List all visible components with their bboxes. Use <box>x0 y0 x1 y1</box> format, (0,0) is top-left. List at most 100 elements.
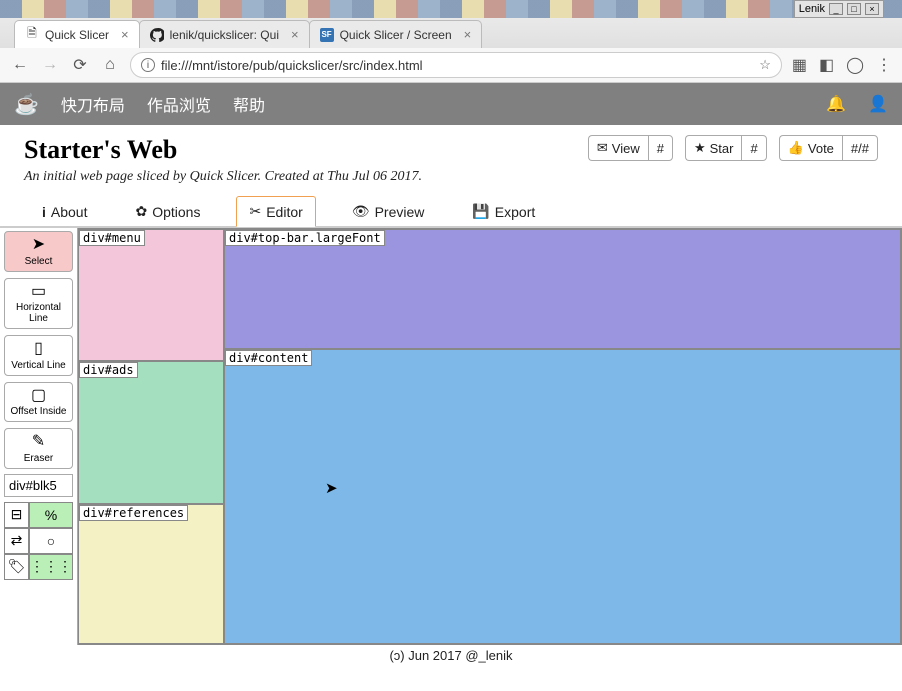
tool-eraser[interactable]: ✎ Eraser <box>4 428 73 469</box>
app-tabs: iAbout ✿ Options ✂ Editor 👁Preview 💾 Export <box>0 193 902 227</box>
qr-icon[interactable]: ▦ <box>792 55 807 75</box>
envelope-icon: ✉ <box>597 140 608 156</box>
region-references[interactable]: div#references <box>78 504 224 644</box>
star-count-badge: # <box>741 135 766 161</box>
page-title: Starter's Web <box>24 135 422 165</box>
thumbs-up-icon: 👍 <box>788 140 804 156</box>
tab-label: About <box>51 204 88 220</box>
tool-offset-inside[interactable]: ▢ Offset Inside <box>4 382 73 423</box>
back-button[interactable]: ← <box>10 56 30 74</box>
browser-tab-label: Quick Slicer / Screen <box>340 28 452 42</box>
url-text: file:///mnt/istore/pub/quickslicer/src/i… <box>161 58 753 73</box>
github-icon <box>150 28 164 42</box>
tab-about[interactable]: iAbout <box>30 198 99 226</box>
window-close-icon[interactable]: × <box>865 3 879 15</box>
pointer-icon: ➤ <box>32 236 45 254</box>
forward-button[interactable]: → <box>40 56 60 74</box>
mini-swap-button[interactable]: ⇄ <box>4 528 29 554</box>
eye-icon: 👁 <box>352 203 370 220</box>
tool-hline[interactable]: ▭ Horizontal Line <box>4 278 73 330</box>
region-label: div#references <box>79 505 188 521</box>
bell-icon[interactable]: 🔔 <box>826 94 846 114</box>
tab-preview[interactable]: 👁Preview <box>340 197 437 226</box>
nav-link-browse[interactable]: 作品浏览 <box>147 92 211 116</box>
region-label: div#top-bar.largeFont <box>225 230 385 246</box>
tab-export[interactable]: 💾 Export <box>460 197 547 226</box>
browser-tab-label: lenik/quickslicer: Qui <box>170 28 279 42</box>
vote-count-badge: #/# <box>842 135 878 161</box>
sf-icon: SF <box>320 28 334 42</box>
toolbar-minibuttons: ⊟ % ⇄ ○ 🏷 ⋮⋮⋮ <box>4 502 73 580</box>
tool-label: Offset Inside <box>11 406 67 417</box>
url-input[interactable]: i file:///mnt/istore/pub/quickslicer/src… <box>130 52 782 78</box>
region-top-bar[interactable]: div#top-bar.largeFont <box>224 229 901 349</box>
browser-tab[interactable]: lenik/quickslicer: Qui × <box>139 20 310 48</box>
browser-tab-label: Quick Slicer <box>45 28 109 42</box>
bookmark-star-icon[interactable]: ☆ <box>759 57 771 73</box>
hline-icon: ▭ <box>31 283 46 301</box>
eraser-icon: ✎ <box>32 433 45 451</box>
layout-canvas[interactable]: div#menu div#ads div#references div#top-… <box>78 228 902 645</box>
extension-icon[interactable]: ◧ <box>819 55 834 75</box>
gear-icon: ✿ <box>135 203 147 220</box>
save-icon: 💾 <box>472 203 489 220</box>
nav-link-help[interactable]: 帮助 <box>233 92 265 116</box>
offset-icon: ▢ <box>31 387 46 405</box>
tool-vline[interactable]: ▯ Vertical Line <box>4 335 73 376</box>
coffee-logo-icon[interactable]: ☕ <box>14 92 39 117</box>
region-label: div#content <box>225 350 312 366</box>
page-subtitle: An initial web page sliced by Quick Slic… <box>24 169 422 185</box>
vline-icon: ▯ <box>34 340 43 358</box>
mini-equal-button[interactable]: ⊟ <box>4 502 29 528</box>
window-minimize-icon[interactable]: _ <box>829 3 843 15</box>
tab-label: Editor <box>266 204 303 220</box>
star-button[interactable]: ★ Star <box>685 135 742 161</box>
star-label: Star <box>710 141 734 156</box>
editor-toolbar: ➤ Select ▭ Horizontal Line ▯ Vertical Li… <box>0 228 78 645</box>
tool-label: Vertical Line <box>11 360 65 371</box>
region-ads[interactable]: div#ads <box>78 361 224 504</box>
nav-link-layout[interactable]: 快刀布局 <box>61 92 125 116</box>
header-actions: ✉View # ★ Star # 👍Vote #/# <box>588 135 878 161</box>
mini-tag-button[interactable]: 🏷 <box>4 554 29 580</box>
page-header: Starter's Web An initial web page sliced… <box>0 125 902 193</box>
tool-label: Eraser <box>24 453 53 464</box>
window-maximize-icon[interactable]: □ <box>847 3 861 15</box>
browser-tab[interactable]: SF Quick Slicer / Screen × <box>309 20 483 48</box>
close-icon[interactable]: × <box>464 27 472 42</box>
view-button[interactable]: ✉View <box>588 135 648 161</box>
browser-chrome: 🗎 Quick Slicer × lenik/quickslicer: Qui … <box>0 18 902 83</box>
profile-icon[interactable]: ◯ <box>846 55 864 75</box>
home-button[interactable]: ⌂ <box>100 56 120 74</box>
mini-percent-button[interactable]: % <box>29 502 73 528</box>
footer-text: (ɔ) Jun 2017 @_lenik <box>0 645 902 666</box>
user-icon[interactable]: 👤 <box>868 94 888 114</box>
tool-select[interactable]: ➤ Select <box>4 231 73 272</box>
reload-button[interactable]: ⟳ <box>70 55 90 75</box>
tool-label: Select <box>25 256 53 267</box>
selector-input[interactable] <box>4 474 73 497</box>
crop-icon: ✂ <box>249 203 261 220</box>
mini-circle-button[interactable]: ○ <box>29 528 73 554</box>
close-icon[interactable]: × <box>291 27 299 42</box>
tab-label: Export <box>495 204 535 220</box>
app-navbar: ☕ 快刀布局 作品浏览 帮助 🔔 👤 <box>0 83 902 125</box>
view-count-badge: # <box>648 135 673 161</box>
menu-icon[interactable]: ⋮ <box>876 55 892 75</box>
doc-icon: 🗎 <box>25 28 39 42</box>
info-icon[interactable]: i <box>141 58 155 72</box>
browser-toolbar: ← → ⟳ ⌂ i file:///mnt/istore/pub/quicksl… <box>0 48 902 82</box>
browser-tabstrip: 🗎 Quick Slicer × lenik/quickslicer: Qui … <box>0 18 902 48</box>
tab-editor[interactable]: ✂ Editor <box>236 196 315 227</box>
vote-button[interactable]: 👍Vote <box>779 135 842 161</box>
region-menu[interactable]: div#menu <box>78 229 224 361</box>
region-content[interactable]: div#content <box>224 349 901 644</box>
close-icon[interactable]: × <box>121 27 129 42</box>
tab-label: Options <box>152 204 200 220</box>
os-user-badge: Lenik _ □ × <box>794 0 884 18</box>
star-icon: ★ <box>694 140 706 156</box>
browser-tab[interactable]: 🗎 Quick Slicer × <box>14 20 140 48</box>
browser-extension-icons: ▦ ◧ ◯ ⋮ <box>792 55 892 75</box>
mini-grid-button[interactable]: ⋮⋮⋮ <box>29 554 73 580</box>
tab-options[interactable]: ✿ Options <box>123 197 212 226</box>
